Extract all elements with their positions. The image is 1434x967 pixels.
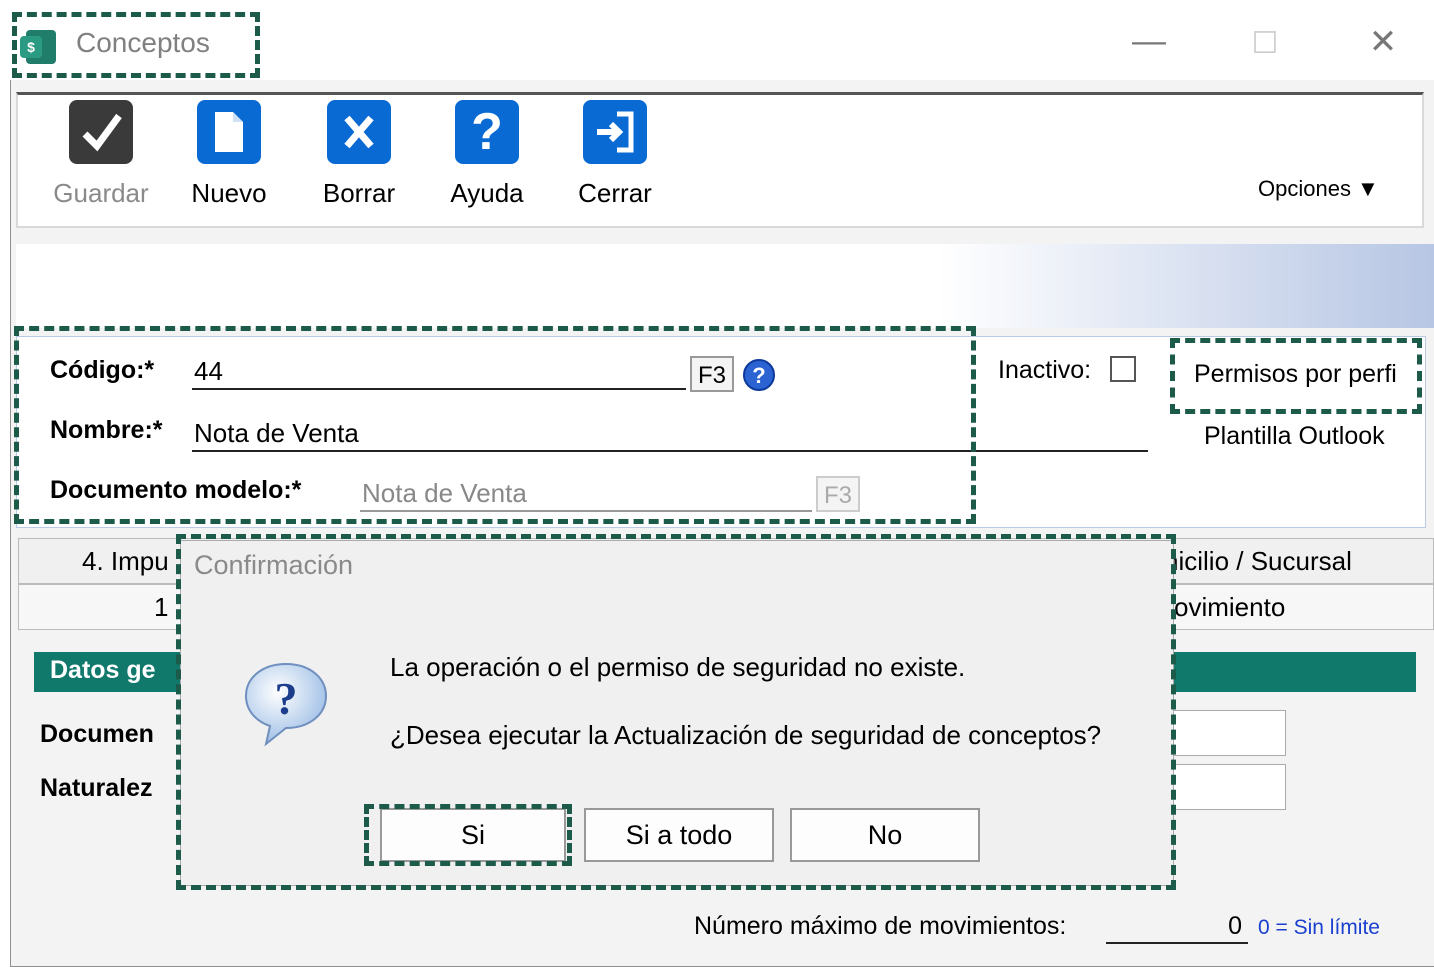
new-label: Nuevo [191,178,267,208]
max-movements-input[interactable]: 0 [1108,912,1242,941]
tab-movimiento[interactable]: ovimiento [1174,592,1285,623]
permisos-por-perfil-button[interactable]: Permisos por perfi [1194,360,1418,389]
documento-modelo-input[interactable]: Nota de Venta [362,478,808,509]
tab-impuestos[interactable]: 4. Impu [82,546,169,577]
dialog-message-line2: ¿Desea ejecutar la Actualización de segu… [390,720,1102,750]
dialog-message-line1: La operación o el permiso de seguridad n… [390,652,966,682]
exit-door-icon [583,100,647,164]
inactivo-checkbox[interactable] [1110,356,1136,382]
nombre-underline [192,450,1148,452]
tab-general[interactable]: 1 [154,592,168,623]
minimize-button[interactable]: — [1124,22,1174,61]
document-icon [197,100,261,164]
yes-button[interactable]: Si [380,808,566,862]
nombre-input[interactable]: Nota de Venta [194,418,1144,449]
yes-to-all-button[interactable]: Si a todo [584,808,774,862]
maximize-button[interactable]: ☐ [1240,26,1290,61]
dialog-title: Confirmación [194,550,354,580]
plantilla-outlook-button[interactable]: Plantilla Outlook [1204,422,1385,451]
svg-text:?: ? [752,363,765,388]
inactivo-label: Inactivo: [998,356,1092,384]
documento-f3-button[interactable]: F3 [816,476,860,512]
close-form-label: Cerrar [578,178,652,208]
question-balloon-icon: ? [240,660,332,748]
options-menu[interactable]: Opciones ▼ [1258,176,1379,202]
nombre-label: Nombre:* [50,416,163,444]
svg-text:?: ? [275,673,298,724]
max-movements-hint: 0 = Sin límite [1258,916,1380,939]
documento-modelo-label: Documento modelo:* [50,476,302,504]
max-movements-underline [1106,942,1248,944]
naturaleza-field[interactable] [1170,764,1286,810]
no-button[interactable]: No [790,808,980,862]
delete-button[interactable]: Borrar [304,100,414,209]
tab-domicilio-sucursal[interactable]: nicilio / Sucursal [1164,546,1352,577]
documento-underline [360,510,812,512]
info-icon[interactable]: ? [742,358,776,392]
help-question-icon: ? [455,100,519,164]
codigo-underline [192,388,686,390]
close-button[interactable]: ✕ [1358,22,1408,62]
check-icon [69,100,133,164]
help-button[interactable]: ? Ayuda [432,100,542,209]
codigo-label: Código:* [50,356,155,384]
svg-text:$: $ [27,39,35,55]
help-label: Ayuda [450,178,524,208]
app-icon: $ [18,28,62,66]
new-button[interactable]: Nuevo [174,100,284,209]
delete-label: Borrar [322,178,396,208]
save-button[interactable]: Guardar [46,100,156,209]
delete-x-icon [327,100,391,164]
naturaleza-label: Naturalez [40,774,153,802]
section-header-title: Datos ge [50,656,156,684]
close-form-button[interactable]: Cerrar [560,100,670,209]
header-banner [16,244,1434,328]
save-label: Guardar [53,178,149,208]
title-bar [0,0,1434,80]
window-title: Conceptos [76,27,210,58]
documento-section-field[interactable] [1170,710,1286,756]
max-movements-label: Número máximo de movimientos: [694,912,1067,940]
documento-section-label: Documen [40,720,154,748]
codigo-input[interactable]: 44 [194,356,684,387]
codigo-f3-button[interactable]: F3 [690,356,734,392]
